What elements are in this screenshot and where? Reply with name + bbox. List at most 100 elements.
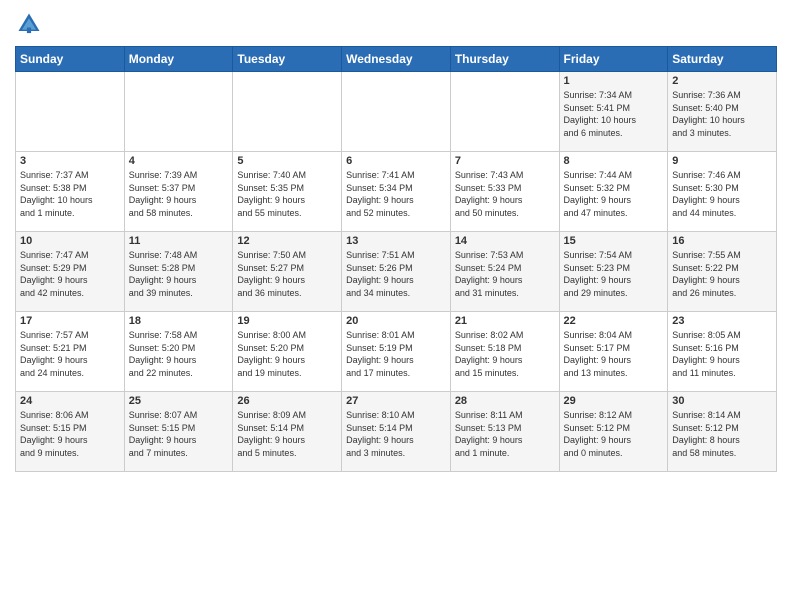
day-cell (16, 72, 125, 152)
day-info: Sunrise: 7:34 AM Sunset: 5:41 PM Dayligh… (564, 89, 664, 139)
logo (15, 10, 47, 38)
day-info: Sunrise: 8:06 AM Sunset: 5:15 PM Dayligh… (20, 409, 120, 459)
day-cell: 24 Sunrise: 8:06 AM Sunset: 5:15 PM Dayli… (16, 392, 125, 472)
day-number: 5 (237, 155, 337, 167)
day-info: Sunrise: 7:50 AM Sunset: 5:27 PM Dayligh… (237, 249, 337, 299)
day-info: Sunrise: 7:44 AM Sunset: 5:32 PM Dayligh… (564, 169, 664, 219)
day-cell (124, 72, 233, 152)
day-number: 30 (672, 395, 772, 407)
day-cell: 29 Sunrise: 8:12 AM Sunset: 5:12 PM Dayli… (559, 392, 668, 472)
day-info: Sunrise: 8:14 AM Sunset: 5:12 PM Dayligh… (672, 409, 772, 459)
day-info: Sunrise: 8:12 AM Sunset: 5:12 PM Dayligh… (564, 409, 664, 459)
day-number: 13 (346, 235, 446, 247)
day-number: 21 (455, 315, 555, 327)
day-number: 16 (672, 235, 772, 247)
day-info: Sunrise: 7:43 AM Sunset: 5:33 PM Dayligh… (455, 169, 555, 219)
day-cell: 16 Sunrise: 7:55 AM Sunset: 5:22 PM Dayli… (668, 232, 777, 312)
day-info: Sunrise: 8:09 AM Sunset: 5:14 PM Dayligh… (237, 409, 337, 459)
day-info: Sunrise: 7:46 AM Sunset: 5:30 PM Dayligh… (672, 169, 772, 219)
day-cell: 26 Sunrise: 8:09 AM Sunset: 5:14 PM Dayli… (233, 392, 342, 472)
day-cell: 7 Sunrise: 7:43 AM Sunset: 5:33 PM Daylig… (450, 152, 559, 232)
day-info: Sunrise: 7:41 AM Sunset: 5:34 PM Dayligh… (346, 169, 446, 219)
week-row-1: 3 Sunrise: 7:37 AM Sunset: 5:38 PM Daylig… (16, 152, 777, 232)
day-info: Sunrise: 8:07 AM Sunset: 5:15 PM Dayligh… (129, 409, 229, 459)
header (15, 10, 777, 38)
day-number: 25 (129, 395, 229, 407)
day-cell: 13 Sunrise: 7:51 AM Sunset: 5:26 PM Dayli… (342, 232, 451, 312)
header-day-wednesday: Wednesday (342, 47, 451, 72)
week-row-4: 24 Sunrise: 8:06 AM Sunset: 5:15 PM Dayli… (16, 392, 777, 472)
calendar-header-row: SundayMondayTuesdayWednesdayThursdayFrid… (16, 47, 777, 72)
day-number: 4 (129, 155, 229, 167)
day-info: Sunrise: 7:51 AM Sunset: 5:26 PM Dayligh… (346, 249, 446, 299)
week-row-3: 17 Sunrise: 7:57 AM Sunset: 5:21 PM Dayli… (16, 312, 777, 392)
day-number: 7 (455, 155, 555, 167)
day-number: 9 (672, 155, 772, 167)
day-number: 18 (129, 315, 229, 327)
header-day-saturday: Saturday (668, 47, 777, 72)
day-cell (342, 72, 451, 152)
header-day-thursday: Thursday (450, 47, 559, 72)
day-cell: 10 Sunrise: 7:47 AM Sunset: 5:29 PM Dayli… (16, 232, 125, 312)
day-number: 3 (20, 155, 120, 167)
day-info: Sunrise: 7:48 AM Sunset: 5:28 PM Dayligh… (129, 249, 229, 299)
day-cell: 4 Sunrise: 7:39 AM Sunset: 5:37 PM Daylig… (124, 152, 233, 232)
day-number: 15 (564, 235, 664, 247)
day-cell: 11 Sunrise: 7:48 AM Sunset: 5:28 PM Dayli… (124, 232, 233, 312)
header-day-friday: Friday (559, 47, 668, 72)
day-info: Sunrise: 7:39 AM Sunset: 5:37 PM Dayligh… (129, 169, 229, 219)
day-number: 27 (346, 395, 446, 407)
day-cell: 25 Sunrise: 8:07 AM Sunset: 5:15 PM Dayli… (124, 392, 233, 472)
day-number: 11 (129, 235, 229, 247)
day-number: 24 (20, 395, 120, 407)
week-row-2: 10 Sunrise: 7:47 AM Sunset: 5:29 PM Dayli… (16, 232, 777, 312)
day-info: Sunrise: 8:11 AM Sunset: 5:13 PM Dayligh… (455, 409, 555, 459)
day-info: Sunrise: 7:57 AM Sunset: 5:21 PM Dayligh… (20, 329, 120, 379)
day-cell: 21 Sunrise: 8:02 AM Sunset: 5:18 PM Dayli… (450, 312, 559, 392)
day-number: 20 (346, 315, 446, 327)
day-cell (450, 72, 559, 152)
day-cell: 1 Sunrise: 7:34 AM Sunset: 5:41 PM Daylig… (559, 72, 668, 152)
header-day-monday: Monday (124, 47, 233, 72)
logo-icon (15, 10, 43, 38)
calendar-table: SundayMondayTuesdayWednesdayThursdayFrid… (15, 46, 777, 472)
day-cell: 2 Sunrise: 7:36 AM Sunset: 5:40 PM Daylig… (668, 72, 777, 152)
day-info: Sunrise: 8:05 AM Sunset: 5:16 PM Dayligh… (672, 329, 772, 379)
day-cell: 19 Sunrise: 8:00 AM Sunset: 5:20 PM Dayli… (233, 312, 342, 392)
day-number: 1 (564, 75, 664, 87)
day-number: 26 (237, 395, 337, 407)
day-number: 12 (237, 235, 337, 247)
day-info: Sunrise: 7:54 AM Sunset: 5:23 PM Dayligh… (564, 249, 664, 299)
main-container: SundayMondayTuesdayWednesdayThursdayFrid… (0, 0, 792, 482)
day-info: Sunrise: 7:37 AM Sunset: 5:38 PM Dayligh… (20, 169, 120, 219)
day-cell: 9 Sunrise: 7:46 AM Sunset: 5:30 PM Daylig… (668, 152, 777, 232)
day-info: Sunrise: 7:55 AM Sunset: 5:22 PM Dayligh… (672, 249, 772, 299)
day-cell: 15 Sunrise: 7:54 AM Sunset: 5:23 PM Dayli… (559, 232, 668, 312)
day-number: 6 (346, 155, 446, 167)
day-cell: 18Sunrise: 7:58 AM Sunset: 5:20 PM Dayli… (124, 312, 233, 392)
day-cell: 28 Sunrise: 8:11 AM Sunset: 5:13 PM Dayli… (450, 392, 559, 472)
day-cell: 17 Sunrise: 7:57 AM Sunset: 5:21 PM Dayli… (16, 312, 125, 392)
day-number: 29 (564, 395, 664, 407)
header-day-tuesday: Tuesday (233, 47, 342, 72)
day-cell: 20 Sunrise: 8:01 AM Sunset: 5:19 PM Dayli… (342, 312, 451, 392)
day-info: Sunrise: 7:36 AM Sunset: 5:40 PM Dayligh… (672, 89, 772, 139)
day-number: 2 (672, 75, 772, 87)
day-number: 17 (20, 315, 120, 327)
day-cell: 12 Sunrise: 7:50 AM Sunset: 5:27 PM Dayli… (233, 232, 342, 312)
day-number: 28 (455, 395, 555, 407)
day-number: 19 (237, 315, 337, 327)
day-info: Sunrise: 8:02 AM Sunset: 5:18 PM Dayligh… (455, 329, 555, 379)
day-info: Sunrise: 7:47 AM Sunset: 5:29 PM Dayligh… (20, 249, 120, 299)
day-cell: 5 Sunrise: 7:40 AM Sunset: 5:35 PM Daylig… (233, 152, 342, 232)
day-number: 22 (564, 315, 664, 327)
day-cell: 23 Sunrise: 8:05 AM Sunset: 5:16 PM Dayli… (668, 312, 777, 392)
day-number: 10 (20, 235, 120, 247)
day-cell: 27Sunrise: 8:10 AM Sunset: 5:14 PM Dayli… (342, 392, 451, 472)
day-info: Sunrise: 7:40 AM Sunset: 5:35 PM Dayligh… (237, 169, 337, 219)
day-cell: 22Sunrise: 8:04 AM Sunset: 5:17 PM Dayli… (559, 312, 668, 392)
day-info: Sunrise: 8:00 AM Sunset: 5:20 PM Dayligh… (237, 329, 337, 379)
day-info: Sunrise: 8:01 AM Sunset: 5:19 PM Dayligh… (346, 329, 446, 379)
day-number: 23 (672, 315, 772, 327)
day-info: Sunrise: 7:53 AM Sunset: 5:24 PM Dayligh… (455, 249, 555, 299)
